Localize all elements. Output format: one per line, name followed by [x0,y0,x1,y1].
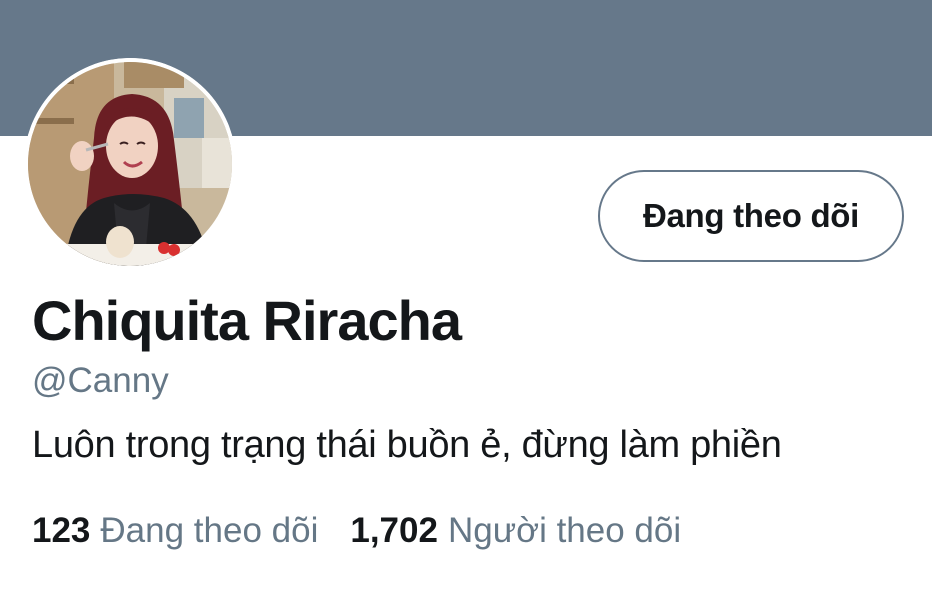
followers-label: Người theo dõi [447,511,682,550]
following-button[interactable]: Đang theo dõi [598,170,904,262]
avatar[interactable] [24,58,236,270]
followers-stat[interactable]: 1,702 Người theo dõi [350,511,682,551]
profile-stats: 123 Đang theo dõi 1,702 Người theo dõi [32,511,682,551]
avatar-photo [24,58,236,270]
following-count: 123 [32,511,91,550]
profile-bio: Luôn trong trạng thái buồn ẻ, đừng làm p… [32,424,782,466]
following-stat[interactable]: 123 Đang theo dõi [32,511,319,551]
user-handle: @Canny [32,361,169,400]
following-label: Đang theo dõi [100,511,319,550]
display-name: Chiquita Riracha [32,289,462,352]
followers-count: 1,702 [350,511,438,550]
profile-page: Đang theo dõi Chiquita Riracha @Canny Lu… [0,0,932,600]
